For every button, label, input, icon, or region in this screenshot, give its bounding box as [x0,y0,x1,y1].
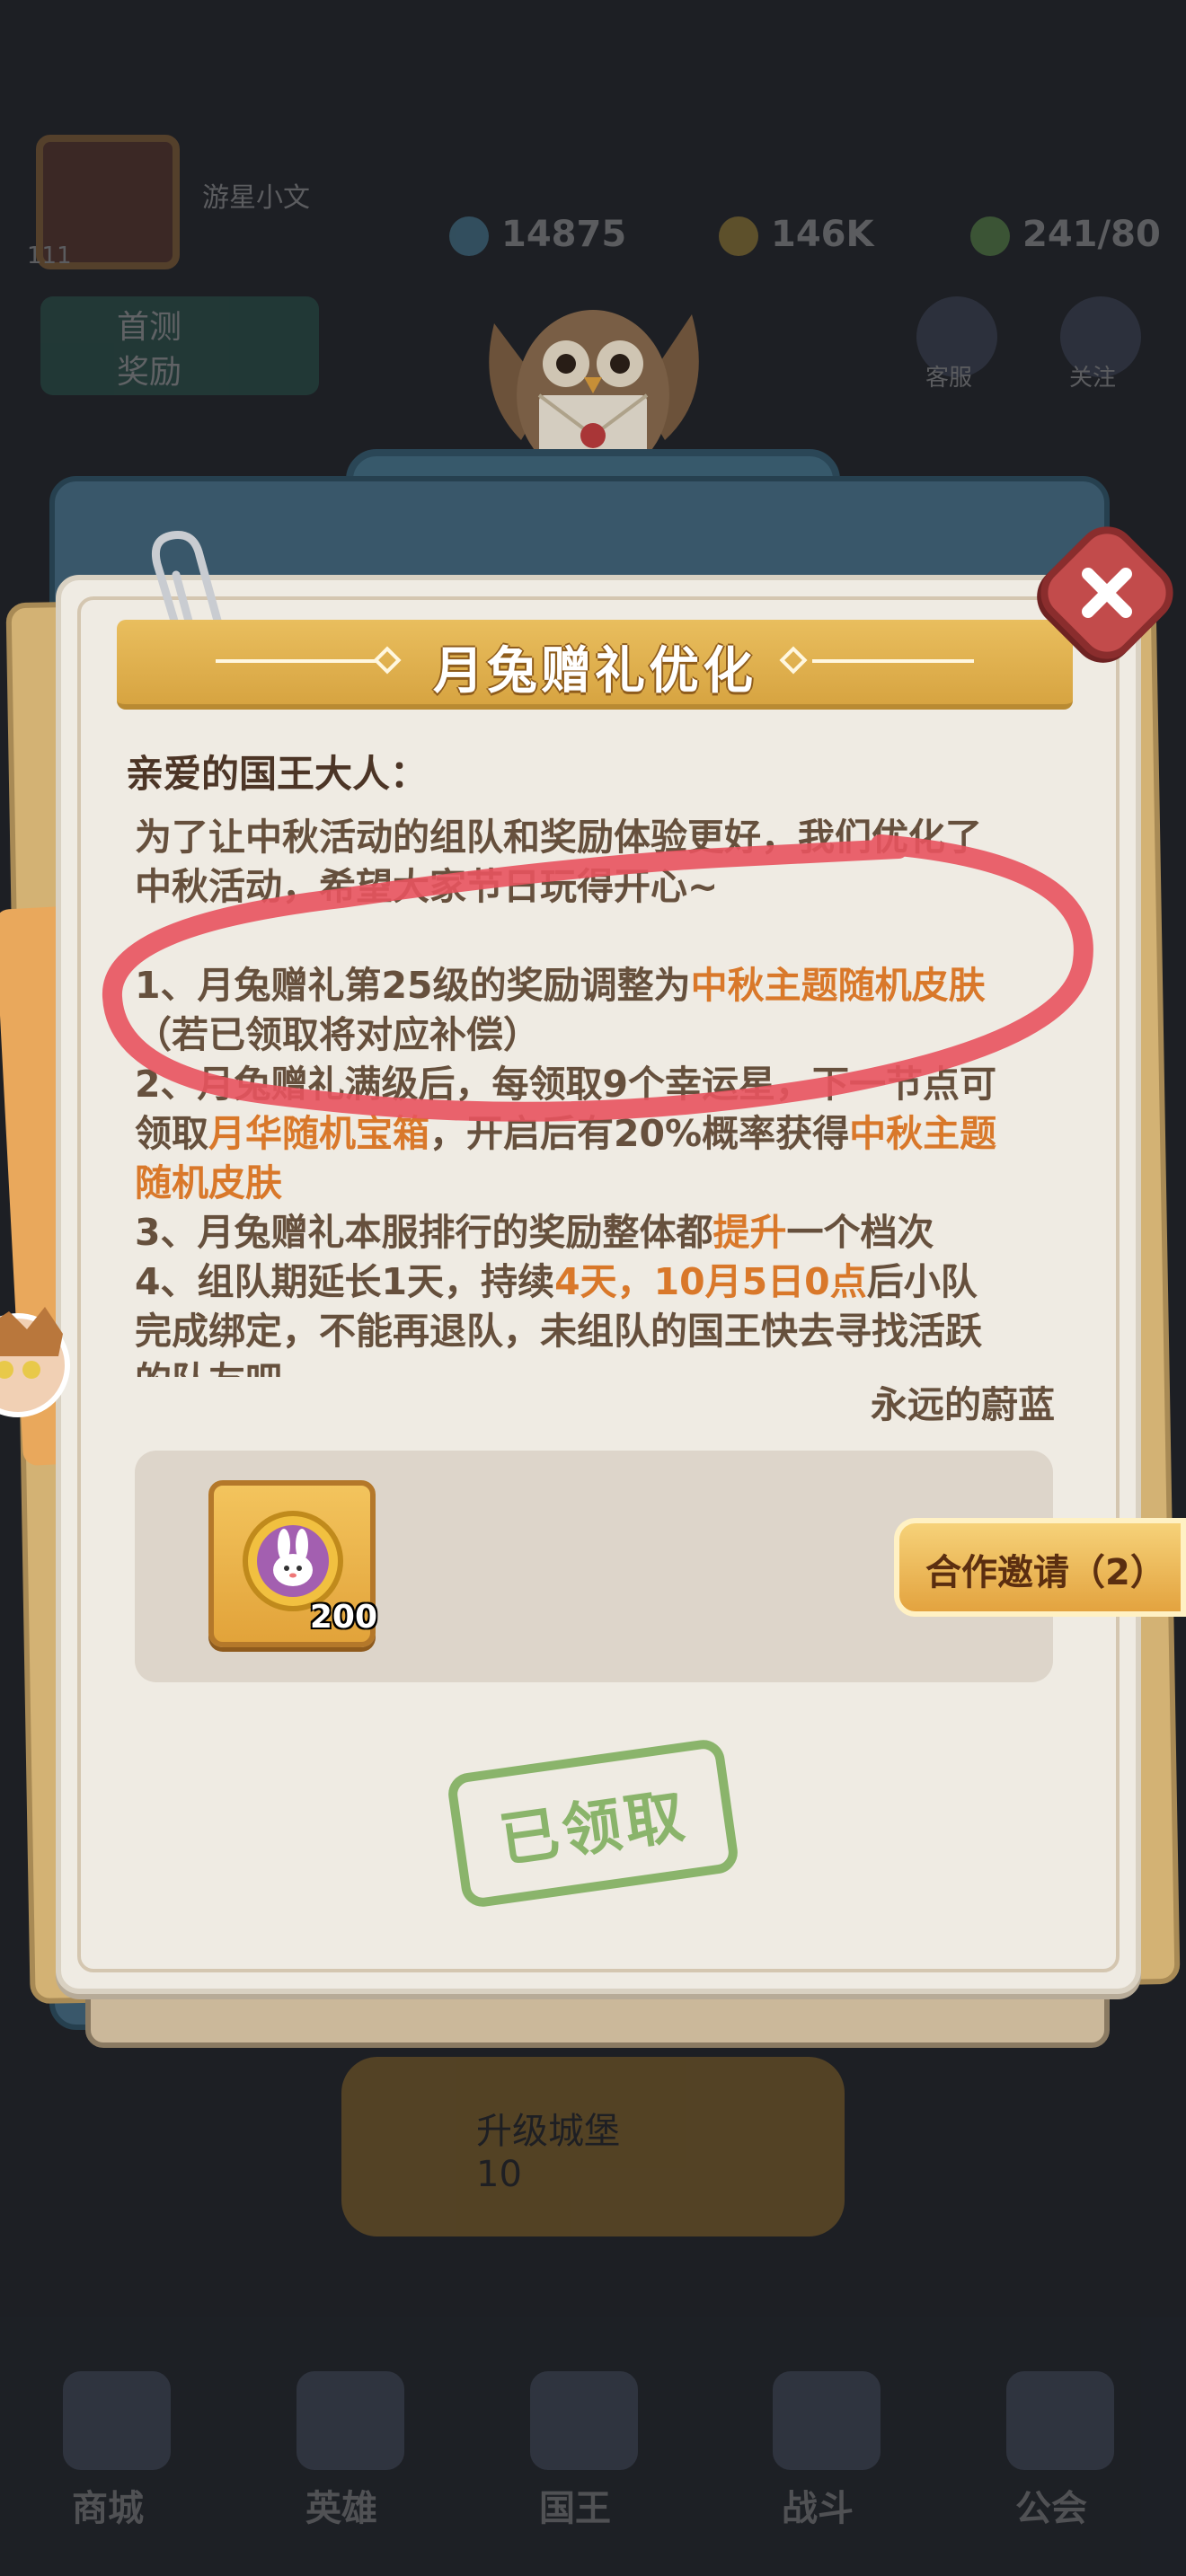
banner-line-2: 奖励 [117,354,182,391]
upgrade-castle-label: 升级城堡 [476,2111,620,2152]
item-4-line-2: 完成绑定，不能再退队，未组队的国王快去寻找活跃 [135,1310,982,1353]
customer-service-label: 客服 [925,365,973,392]
rabbit-icon [273,1529,313,1586]
shop-icon [63,2371,171,2470]
item-3: 3、月兔赠礼本服排行的奖励整体都提升一个档次 [135,1211,934,1254]
hero-avatar-icon[interactable] [0,1293,72,1428]
banner-line-1: 首测 [117,309,182,346]
nav-hero: 英雄 [305,2488,377,2529]
upgrade-castle-cost: 10 [476,2154,522,2195]
mail-title-ribbon: 月兔赠礼优化 [117,620,1073,710]
close-icon[interactable] [1051,537,1163,648]
resource-gold: 146K [719,214,874,256]
mail-title: 月兔赠礼优化 [433,642,757,701]
guild-icon [1006,2371,1114,2470]
hero-icon [296,2371,404,2470]
nav-king: 国王 [539,2488,611,2529]
mail-greeting: 亲爱的国王大人： [126,752,429,796]
king-icon [530,2371,638,2470]
reward-count: 200 [309,1599,377,1636]
red-annotation-circle [102,834,1093,1122]
player-level: 111 [27,243,72,269]
battle-icon [773,2371,881,2470]
claimed-label: 已领取 [495,1780,693,1876]
nav-guild: 公会 [1015,2488,1087,2529]
resource-gems: 14875 [449,214,626,256]
cooperation-invite-label[interactable]: 合作邀请（2） [925,1543,1166,1595]
resource-stamina: 241/80 [970,214,1161,256]
follow-label: 关注 [1069,365,1117,392]
player-name: 游星小文 [202,182,310,214]
mail-signature: 永远的蔚蓝 [871,1383,1055,1426]
nav-battle: 战斗 [782,2488,854,2529]
item-4: 4、组队期延长1天，持续4天，10月5日0点后小队 [135,1260,978,1303]
nav-shop: 商城 [72,2488,144,2529]
